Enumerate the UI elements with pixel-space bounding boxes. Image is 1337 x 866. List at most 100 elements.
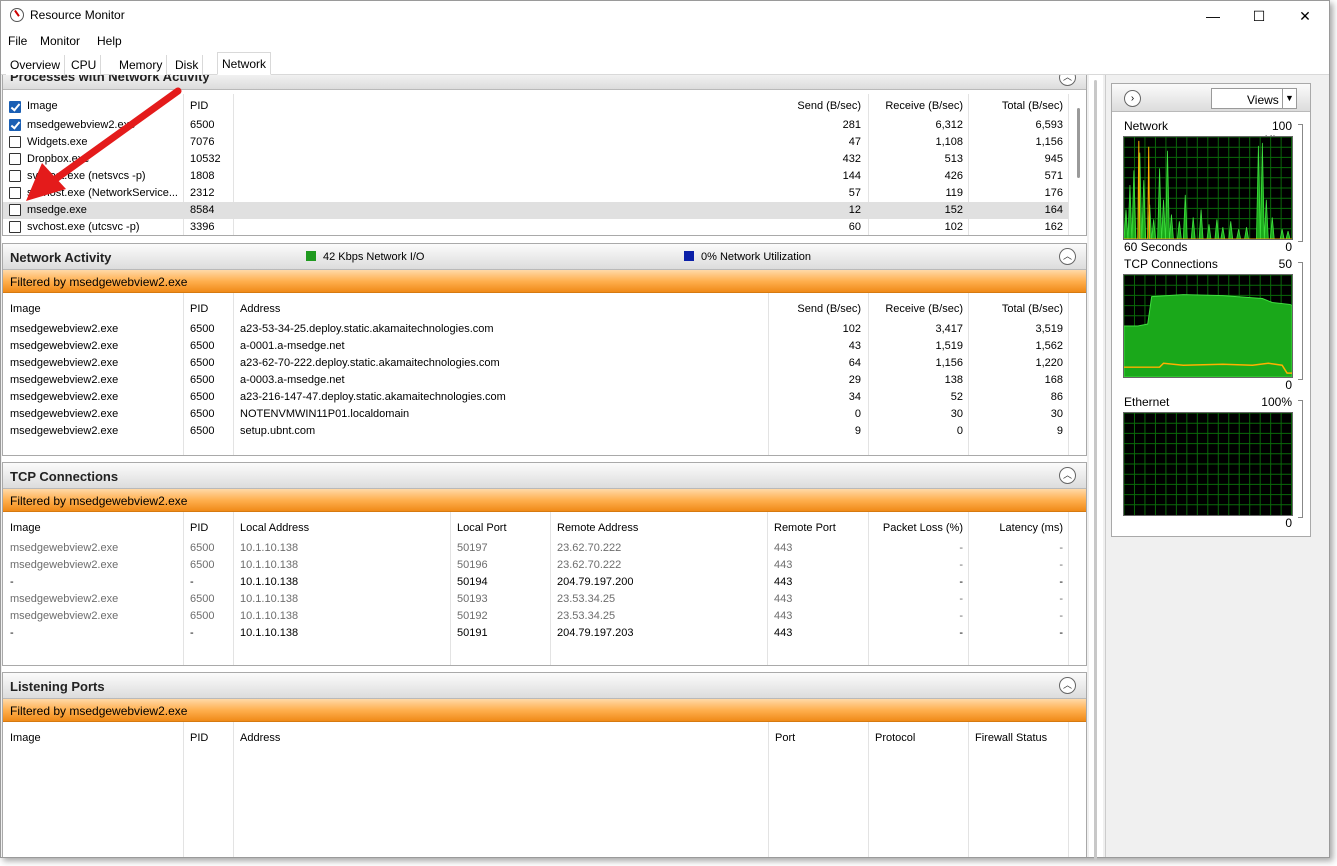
col-local-address[interactable]: Local Address — [240, 522, 309, 534]
col-image[interactable]: Image — [10, 732, 41, 744]
col-pid[interactable]: PID — [190, 732, 208, 744]
process-checkbox[interactable] — [9, 221, 21, 233]
tcp-image: - — [10, 627, 14, 639]
dropdown-arrow-icon[interactable]: ▼ — [1282, 89, 1296, 108]
network-activity-collapse-icon[interactable]: ︿ — [1059, 248, 1076, 265]
network-graph-min: 0 — [1285, 240, 1292, 254]
tcp-local-address: 10.1.10.138 — [240, 610, 299, 622]
na-total: 86 — [1050, 391, 1063, 403]
expand-icon[interactable]: › — [1124, 90, 1141, 107]
na-address: a23-216-147-47.deploy.static.akamaitechn… — [240, 391, 506, 403]
col-port[interactable]: Port — [775, 732, 795, 744]
network-activity-column-header: Image PID Address Send (B/sec) Receive (… — [3, 298, 1086, 320]
menu-monitor[interactable]: Monitor — [40, 34, 80, 48]
tcp-row[interactable]: msedgewebview2.exe 6500 10.1.10.138 50192 23… — [3, 608, 1068, 625]
col-send[interactable]: Send (B/sec) — [763, 100, 861, 112]
network-activity-row[interactable]: msedgewebview2.exe 6500 a23-62-70-222.depl… — [3, 355, 1068, 372]
col-total[interactable]: Total (B/sec) — [965, 303, 1063, 315]
processes-collapse-icon[interactable]: ︿ — [1059, 75, 1076, 86]
network-activity-row[interactable]: msedgewebview2.exe 6500 a-0003.a-msedge.ne… — [3, 372, 1068, 389]
listening-ports-title: Listening Ports — [10, 679, 105, 694]
tab-network[interactable]: Network — [217, 52, 272, 75]
close-button[interactable]: ✕ — [1282, 1, 1328, 31]
process-row[interactable]: svchost.exe (utcsvc -p) 3396 60 102 162 — [3, 219, 1068, 235]
network-activity-row[interactable]: msedgewebview2.exe 6500 a23-53-34-25.deplo… — [3, 321, 1068, 338]
col-receive[interactable]: Receive (B/sec) — [865, 303, 963, 315]
main-pane: Processes with Network Activity ︿ Image … — [2, 75, 1087, 857]
views-label: Views — [1247, 93, 1279, 107]
col-address[interactable]: Address — [240, 303, 280, 315]
network-activity-row[interactable]: msedgewebview2.exe 6500 NOTENVMWIN11P01.lo… — [3, 406, 1068, 423]
network-activity-row[interactable]: msedgewebview2.exe 6500 a23-216-147-47.dep… — [3, 389, 1068, 406]
tcp-pid: 6500 — [190, 542, 215, 554]
process-checkbox[interactable] — [9, 204, 21, 216]
na-pid: 6500 — [190, 340, 215, 352]
col-pid[interactable]: PID — [190, 100, 208, 112]
tcp-row[interactable]: msedgewebview2.exe 6500 10.1.10.138 50193 23… — [3, 591, 1068, 608]
listening-ports-header[interactable]: Listening Ports ︿ — [3, 673, 1086, 699]
tcp-collapse-icon[interactable]: ︿ — [1059, 467, 1076, 484]
col-receive[interactable]: Receive (B/sec) — [865, 100, 963, 112]
col-image[interactable]: Image — [10, 303, 41, 315]
col-total[interactable]: Total (B/sec) — [965, 100, 1063, 112]
tcp-image: msedgewebview2.exe — [10, 593, 119, 605]
menu-bar: File Monitor Help — [1, 31, 1329, 51]
menu-file[interactable]: File — [8, 34, 27, 48]
main-scrollbar[interactable] — [1089, 75, 1103, 860]
tcp-packet-loss: - — [959, 559, 963, 571]
process-send: 12 — [848, 204, 861, 216]
menu-help[interactable]: Help — [97, 34, 122, 48]
network-activity-row[interactable]: msedgewebview2.exe 6500 setup.ubnt.com 9 0 9 — [3, 423, 1068, 440]
tcp-connections-header[interactable]: TCP Connections ︿ — [3, 463, 1086, 489]
na-image: msedgewebview2.exe — [10, 340, 119, 352]
col-protocol[interactable]: Protocol — [875, 732, 915, 744]
col-remote-address[interactable]: Remote Address — [557, 522, 638, 534]
tcp-row[interactable]: msedgewebview2.exe 6500 10.1.10.138 50196 23… — [3, 557, 1068, 574]
ethernet-graph-label: Ethernet — [1124, 395, 1170, 409]
na-receive: 52 — [950, 391, 963, 403]
tcp-graph-label: TCP Connections — [1124, 257, 1218, 271]
tcp-row[interactable]: msedgewebview2.exe 6500 10.1.10.138 50197 23… — [3, 540, 1068, 557]
col-latency[interactable]: Latency (ms) — [965, 522, 1063, 534]
tcp-remote-port: 443 — [774, 627, 793, 639]
network-activity-row[interactable]: msedgewebview2.exe 6500 a-0001.a-msedge.ne… — [3, 338, 1068, 355]
tcp-graph-max: 50 — [1278, 257, 1292, 271]
network-activity-filter: Filtered by msedgewebview2.exe — [3, 270, 1086, 293]
tcp-pid: 6500 — [190, 559, 215, 571]
process-total: 945 — [1044, 153, 1063, 165]
graph-panel-header: › Views ▼ — [1112, 84, 1310, 112]
process-total: 164 — [1044, 204, 1063, 216]
tab-memory[interactable]: Memory — [115, 55, 168, 75]
col-address[interactable]: Address — [240, 732, 280, 744]
listening-filter: Filtered by msedgewebview2.exe — [3, 699, 1086, 722]
ethernet-graph-min: 0 — [1285, 516, 1292, 530]
na-send: 29 — [848, 374, 861, 386]
col-firewall-status[interactable]: Firewall Status — [975, 732, 1047, 744]
na-send: 64 — [848, 357, 861, 369]
tab-disk[interactable]: Disk — [171, 55, 204, 75]
col-send[interactable]: Send (B/sec) — [763, 303, 861, 315]
col-pid[interactable]: PID — [190, 522, 208, 534]
na-total: 30 — [1050, 408, 1063, 420]
na-image: msedgewebview2.exe — [10, 408, 119, 420]
col-pid[interactable]: PID — [190, 303, 208, 315]
views-dropdown[interactable]: Views ▼ — [1211, 88, 1297, 109]
tcp-local-port: 50191 — [457, 627, 488, 639]
col-remote-port[interactable]: Remote Port — [774, 522, 836, 534]
tab-overview[interactable]: Overview — [6, 55, 66, 75]
tcp-latency: - — [1059, 559, 1063, 571]
tab-cpu[interactable]: CPU — [67, 55, 102, 75]
network-activity-header[interactable]: Network Activity 42 Kbps Network I/O 0% … — [3, 244, 1086, 270]
network-io-label: 42 Kbps Network I/O — [323, 251, 425, 263]
minimize-button[interactable]: — — [1190, 1, 1236, 31]
network-util-label: 0% Network Utilization — [701, 251, 812, 263]
process-pid: 1808 — [190, 170, 215, 182]
col-packet-loss[interactable]: Packet Loss (%) — [865, 522, 963, 534]
listening-collapse-icon[interactable]: ︿ — [1059, 677, 1076, 694]
col-image[interactable]: Image — [10, 522, 41, 534]
maximize-button[interactable]: ☐ — [1236, 1, 1282, 31]
tcp-row[interactable]: - - 10.1.10.138 50191 204.79.197.203 443 - - — [3, 625, 1068, 642]
col-local-port[interactable]: Local Port — [457, 522, 507, 534]
processes-scrollbar[interactable] — [1072, 88, 1086, 228]
tcp-row[interactable]: - - 10.1.10.138 50194 204.79.197.200 443 - - — [3, 574, 1068, 591]
